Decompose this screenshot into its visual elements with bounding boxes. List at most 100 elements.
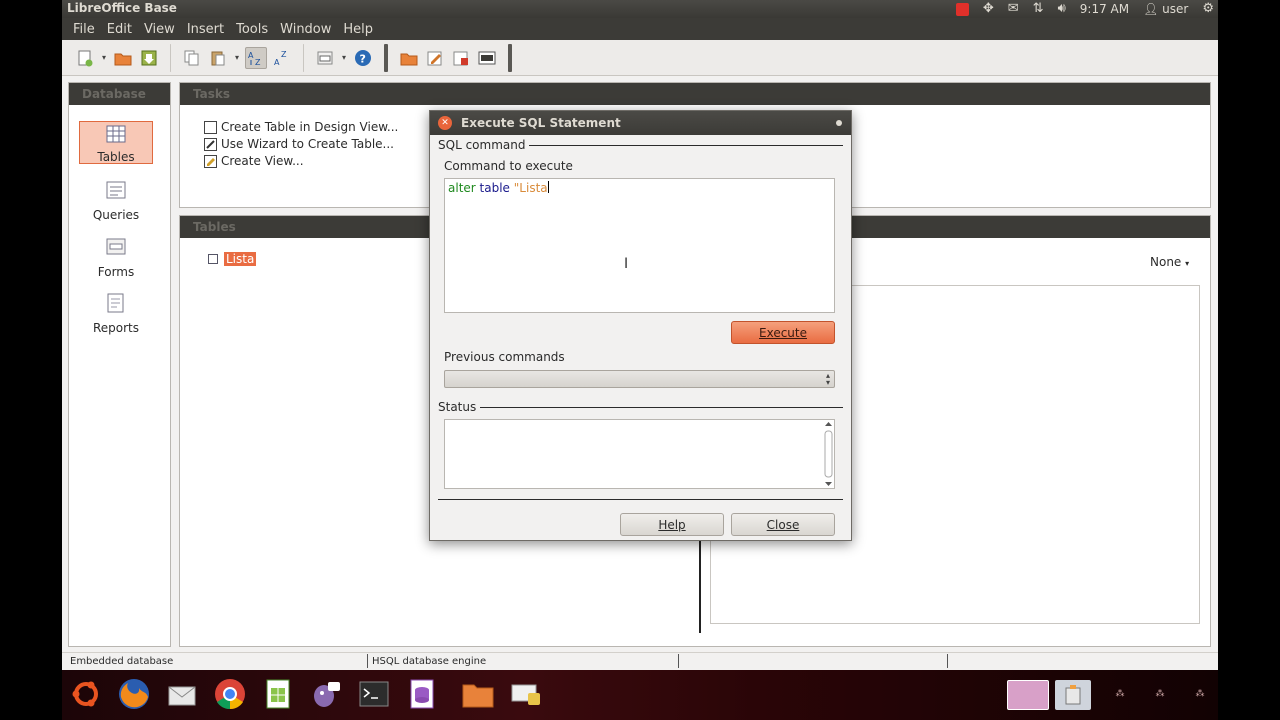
status-scrollbar[interactable] xyxy=(824,421,833,487)
user-menu[interactable]: 👤︎ user xyxy=(1143,0,1188,18)
dialog-menu-dot[interactable] xyxy=(836,120,842,126)
paste-icon[interactable] xyxy=(207,47,229,69)
task-create-view-label: Create View... xyxy=(221,154,304,168)
table-design-icon xyxy=(204,120,217,134)
new-dropdown-arrow[interactable]: ▾ xyxy=(100,47,108,69)
db-item-tables[interactable]: Tables xyxy=(79,121,153,164)
db-item-tables-label: Tables xyxy=(97,150,135,164)
network-icon[interactable]: ⇅ xyxy=(1033,0,1044,18)
tasks-panel-header: Tasks xyxy=(180,83,1210,105)
rename-icon[interactable] xyxy=(476,47,498,69)
dropbox-icon[interactable]: ✥ xyxy=(983,0,994,18)
svg-text:Z: Z xyxy=(281,50,287,59)
task-wizard-create-table[interactable]: Use Wizard to Create Table... xyxy=(204,137,394,151)
sort-descending-icon[interactable]: ZA xyxy=(271,47,293,69)
copy-icon[interactable] xyxy=(181,47,203,69)
edit-icon[interactable] xyxy=(424,47,446,69)
svg-text:A: A xyxy=(274,58,280,67)
execute-sql-dialog: ✕ Execute SQL Statement SQL command Comm… xyxy=(429,110,852,541)
sql-keyword-alter: alter xyxy=(448,181,476,195)
status-group-header: Status xyxy=(438,400,843,414)
sql-command-group-label: SQL command xyxy=(438,138,526,152)
spin-arrows-icon: ▴ ▾ xyxy=(825,371,830,387)
previous-commands-select[interactable]: ▴ ▾ xyxy=(444,370,835,388)
sql-command-group-header: SQL command xyxy=(438,138,843,152)
group-divider xyxy=(480,406,843,408)
close-icon[interactable]: ✕ xyxy=(438,116,452,130)
desktop-icon[interactable]: ⁂ xyxy=(1142,676,1178,712)
dialog-titlebar[interactable]: ✕ Execute SQL Statement xyxy=(430,111,851,135)
files-folder-icon[interactable] xyxy=(460,676,496,712)
task-wizard-create-table-label: Use Wizard to Create Table... xyxy=(221,137,394,151)
group-divider xyxy=(529,144,843,146)
paste-dropdown-arrow[interactable]: ▾ xyxy=(233,47,241,69)
queries-icon xyxy=(106,181,126,199)
menu-help[interactable]: Help xyxy=(337,22,379,37)
open-folder-icon[interactable] xyxy=(112,47,134,69)
libreoffice-base-icon[interactable] xyxy=(404,676,440,712)
mail-secure-icon[interactable] xyxy=(508,676,544,712)
form-dropdown-arrow[interactable]: ▾ xyxy=(340,47,348,69)
status-db-engine: HSQL database engine xyxy=(372,656,487,667)
sort-ascending-icon[interactable]: AZ xyxy=(245,46,267,69)
task-create-table-design[interactable]: Create Table in Design View... xyxy=(204,120,398,134)
close-button[interactable]: Close xyxy=(731,513,835,536)
execute-button[interactable]: Execute xyxy=(731,321,835,344)
menu-edit[interactable]: Edit xyxy=(101,22,138,37)
sql-command-input[interactable]: alter table "Lista xyxy=(444,178,835,313)
preview-mode-select[interactable]: None ▾ xyxy=(1150,255,1189,269)
toolbar-separator xyxy=(170,43,171,72)
db-item-reports[interactable]: Reports xyxy=(79,292,153,335)
delete-icon[interactable] xyxy=(450,47,472,69)
text-caret xyxy=(547,181,549,193)
workspace-switcher-icon[interactable] xyxy=(1007,680,1049,710)
menu-tools[interactable]: Tools xyxy=(230,22,274,37)
task-create-table-design-label: Create Table in Design View... xyxy=(221,120,399,134)
desktop-icon[interactable]: ⁂ xyxy=(1102,676,1138,712)
sql-keyword-table: table xyxy=(479,181,510,195)
db-item-forms[interactable]: Forms xyxy=(79,236,153,279)
table-item-lista[interactable]: Lista xyxy=(224,252,257,266)
status-divider xyxy=(367,654,368,668)
db-item-queries[interactable]: Queries xyxy=(79,179,153,222)
chevron-down-icon: ▾ xyxy=(1185,259,1190,268)
new-document-icon[interactable] xyxy=(74,47,96,69)
status-output-box xyxy=(444,419,835,489)
tables-icon xyxy=(106,125,126,143)
mail-icon[interactable]: ✉ xyxy=(1008,0,1019,18)
mail-client-icon[interactable] xyxy=(164,676,200,712)
menu-window[interactable]: Window xyxy=(274,22,337,37)
text-cursor-icon: I xyxy=(624,256,629,272)
svg-text:Z: Z xyxy=(255,58,261,67)
toolbar-grip[interactable] xyxy=(508,43,512,72)
save-icon[interactable] xyxy=(138,47,160,69)
pidgin-icon[interactable] xyxy=(308,676,344,712)
record-icon[interactable] xyxy=(955,2,969,16)
help-button[interactable]: Help xyxy=(620,513,724,536)
chrome-icon[interactable] xyxy=(212,676,248,712)
gear-icon[interactable]: ⚙ xyxy=(1202,0,1214,18)
svg-text:A: A xyxy=(248,51,254,60)
reports-icon xyxy=(107,293,124,313)
standard-toolbar: ▾ ▾ AZ ZA ▾ ? xyxy=(62,40,1218,76)
menu-insert[interactable]: Insert xyxy=(181,22,230,37)
desktop-icon[interactable]: ⁂ xyxy=(1182,676,1218,712)
menu-view[interactable]: View xyxy=(138,22,181,37)
firefox-icon[interactable] xyxy=(116,676,152,712)
toolbar-grip[interactable] xyxy=(384,43,388,72)
trash-icon[interactable] xyxy=(1055,680,1091,710)
clock[interactable]: 9:17 AM xyxy=(1080,0,1129,18)
ubuntu-logo-icon[interactable] xyxy=(68,676,104,712)
open-db-object-icon[interactable] xyxy=(398,47,420,69)
database-panel-header: Database xyxy=(69,83,170,105)
terminal-icon[interactable] xyxy=(356,676,392,712)
top-panel: LibreOffice Base ✥ ✉ ⇅ 🔊︎ 9:17 AM 👤︎ use… xyxy=(62,0,1218,18)
task-create-view[interactable]: Create View... xyxy=(204,154,304,168)
menu-file[interactable]: File xyxy=(67,22,101,37)
volume-icon[interactable]: 🔊︎ xyxy=(1058,0,1066,18)
db-item-reports-label: Reports xyxy=(92,321,140,335)
form-control-icon[interactable] xyxy=(314,47,336,69)
spreadsheet-icon[interactable] xyxy=(260,676,296,712)
status-divider xyxy=(947,654,948,668)
help-icon[interactable]: ? xyxy=(352,47,374,69)
